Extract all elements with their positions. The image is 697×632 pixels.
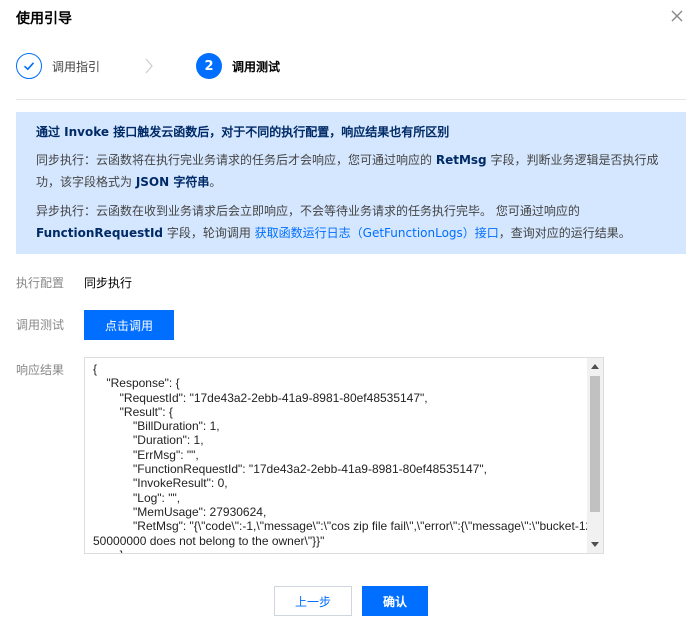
dialog-footer: 上一步 确认 bbox=[0, 586, 697, 616]
info-notice: 通过 Invoke 接口触发云函数后，对于不同的执行配置，响应结果也有所区别 同… bbox=[16, 112, 686, 254]
response-content: { "Response": { "RequestId": "17de43a2-2… bbox=[93, 362, 593, 553]
previous-step-button[interactable]: 上一步 bbox=[274, 586, 352, 616]
step-call-test[interactable]: 2 调用测试 bbox=[196, 52, 280, 80]
confirm-button[interactable]: 确认 bbox=[362, 586, 428, 616]
response-textarea[interactable]: { "Response": { "RequestId": "17de43a2-2… bbox=[84, 357, 604, 554]
get-function-logs-link[interactable]: 获取函数运行日志（GetFunctionLogs）接口 bbox=[255, 226, 499, 240]
check-icon bbox=[16, 53, 42, 79]
notice-text: 。 bbox=[209, 175, 222, 189]
step-call-guide[interactable]: 调用指引 bbox=[16, 52, 100, 80]
notice-text: 同步执行：云函数将在执行完业务请求的任务后才会响应，您可通过响应的 bbox=[36, 153, 436, 167]
notice-async-paragraph: 异步执行：云函数在收到业务请求后会立即响应，不会等待业务请求的任务执行完毕。 您… bbox=[36, 200, 666, 244]
usage-guide-dialog: 使用引导 调用指引 2 调用测试 通过 Invoke 接口触发云函数后，对于不同… bbox=[0, 0, 697, 632]
steps-indicator: 调用指引 2 调用测试 bbox=[16, 52, 686, 80]
response-label: 响应结果 bbox=[16, 363, 65, 377]
notice-key: RetMsg bbox=[435, 153, 487, 167]
dialog-title: 使用引导 bbox=[16, 11, 72, 27]
step-label: 调用测试 bbox=[232, 59, 281, 74]
scroll-thumb[interactable] bbox=[590, 376, 600, 512]
notice-key: FunctionRequestId bbox=[36, 226, 164, 240]
dialog-header: 使用引导 bbox=[0, 0, 697, 36]
test-label: 调用测试 bbox=[16, 318, 65, 332]
notice-sync-paragraph: 同步执行：云函数将在执行完业务请求的任务后才会响应，您可通过响应的 RetMsg… bbox=[36, 149, 666, 193]
close-icon[interactable] bbox=[669, 8, 685, 24]
vertical-scrollbar[interactable] bbox=[587, 358, 603, 553]
notice-text: 异步执行：云函数在收到业务请求后会立即响应，不会等待业务请求的任务执行完毕。 您… bbox=[36, 204, 580, 218]
notice-text: ，查询对应的运行结果。 bbox=[498, 226, 631, 240]
notice-text: 字段，轮询调用 bbox=[163, 226, 255, 240]
scroll-down-icon[interactable] bbox=[587, 537, 603, 553]
scroll-up-icon[interactable] bbox=[587, 358, 603, 374]
notice-title: 通过 Invoke 接口触发云函数后，对于不同的执行配置，响应结果也有所区别 bbox=[36, 125, 450, 139]
config-value: 同步执行 bbox=[84, 276, 133, 290]
step-number: 2 bbox=[196, 53, 222, 79]
config-label: 执行配置 bbox=[16, 276, 65, 290]
divider bbox=[16, 99, 686, 100]
notice-format: JSON 字符串 bbox=[135, 175, 210, 189]
step-label: 调用指引 bbox=[52, 59, 101, 74]
invoke-button[interactable]: 点击调用 bbox=[84, 310, 174, 340]
chevron-right-icon bbox=[144, 58, 154, 77]
